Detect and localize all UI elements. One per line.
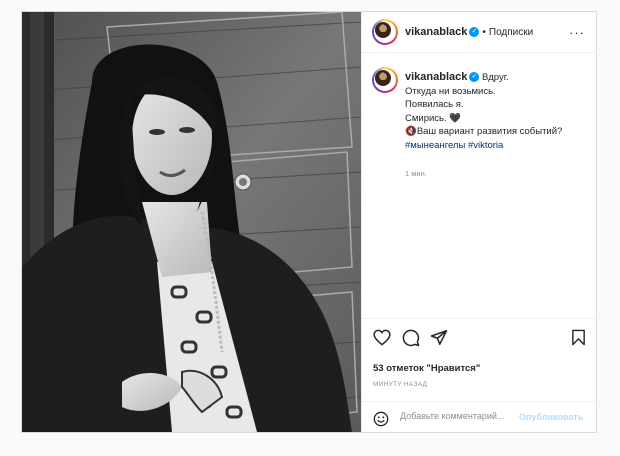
comment-icon[interactable] xyxy=(402,329,420,347)
post-time-ago[interactable]: МИНУТУ НАЗАД xyxy=(373,381,427,388)
caption-line: Появилась я. xyxy=(405,99,464,110)
page-background: vikanablack ✓ • Подписки ··· vikanablack ✓ В… xyxy=(0,0,620,456)
verified-icon: ✓ xyxy=(469,27,480,38)
caption-verified-icon: ✓ xyxy=(469,72,480,83)
photo-image xyxy=(22,12,361,432)
heart-icon[interactable] xyxy=(373,329,391,346)
caption-hashtags[interactable]: #мынеангелы #viktoria xyxy=(405,139,590,153)
caption-line: Смирись. 🖤 xyxy=(405,112,462,124)
header-separator: • xyxy=(482,27,486,38)
post-panel: vikanablack ✓ • Подписки ··· vikanablack ✓ В… xyxy=(361,12,597,432)
publish-button[interactable]: Опубликовать xyxy=(519,412,583,422)
more-icon[interactable]: ··· xyxy=(569,25,585,40)
comment-input[interactable] xyxy=(400,411,520,421)
bookmark-icon[interactable] xyxy=(571,329,586,346)
share-icon[interactable] xyxy=(430,329,448,346)
caption-time[interactable]: 1 мин. xyxy=(405,169,427,178)
caption-line: Откуда ни возьмись. xyxy=(405,85,496,97)
post-card: vikanablack ✓ • Подписки ··· vikanablack ✓ В… xyxy=(21,11,597,433)
actions-section: 53 отметок "Нравится" МИНУТУ НАЗАД Опубл… xyxy=(362,318,597,432)
header-user: vikanablack ✓ • Подписки xyxy=(405,26,533,38)
caption-line: 🔇Ваш вариант развития событий? xyxy=(405,126,563,137)
follow-button[interactable]: Подписки xyxy=(489,27,533,38)
caption-line: Вдруг. xyxy=(482,72,509,83)
caption-avatar[interactable] xyxy=(372,67,398,93)
post-caption: vikanablack ✓ Вдруг. Откуда ни возьмись. … xyxy=(405,71,590,152)
post-photo[interactable] xyxy=(22,12,361,432)
caption-username[interactable]: vikanablack xyxy=(405,71,467,83)
avatar[interactable] xyxy=(372,19,398,45)
post-header: vikanablack ✓ • Подписки ··· xyxy=(362,12,597,53)
caption-avatar-image xyxy=(375,70,391,86)
likes-count[interactable]: 53 отметок "Нравится" xyxy=(373,363,480,374)
emoji-icon[interactable] xyxy=(373,411,389,427)
header-username[interactable]: vikanablack xyxy=(405,26,467,38)
avatar-image xyxy=(375,22,391,38)
comment-form: Опубликовать xyxy=(362,401,597,433)
